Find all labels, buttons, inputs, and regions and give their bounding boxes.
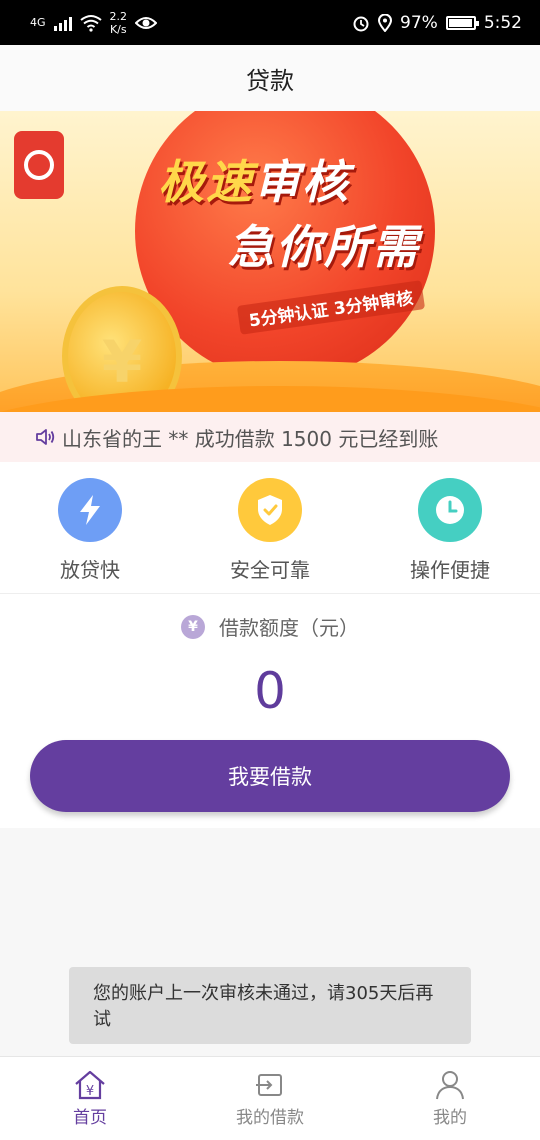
- signal-icon: [53, 15, 72, 31]
- notice-text: 山东省的王 ** 成功借款 1500 元已经到账: [62, 426, 439, 451]
- banner-headline-1b: 审核: [254, 155, 350, 209]
- yen-icon: ¥: [181, 614, 205, 639]
- clock-icon: [418, 478, 482, 542]
- nav-label: 我的借款: [236, 1108, 304, 1128]
- promo-banner[interactable]: ¥ 极速审核 急你所需 5分钟认证 3分钟审核: [0, 111, 540, 412]
- home-icon: ¥: [75, 1070, 105, 1100]
- nav-item-profile[interactable]: 我的: [360, 1057, 540, 1140]
- clock-time: 5:52: [483, 12, 522, 33]
- feature-label: 操作便捷: [410, 558, 490, 582]
- banner-headline-2: 急你所需: [228, 220, 420, 274]
- battery-percent: 97%: [400, 12, 438, 33]
- toast-message: 您的账户上一次审核未通过，请305天后再试: [69, 967, 471, 1044]
- nav-item-my-loans[interactable]: 我的借款: [180, 1057, 360, 1140]
- user-icon: [436, 1071, 464, 1100]
- feature-label: 安全可靠: [230, 558, 310, 582]
- borrow-button[interactable]: 我要借款: [30, 740, 510, 812]
- wifi-icon: [79, 14, 102, 32]
- page-title: 贷款: [246, 66, 294, 95]
- svg-text:¥: ¥: [86, 1084, 94, 1099]
- feature-list: 放贷快 安全可靠 操作便捷: [0, 462, 540, 594]
- amount-value: 0: [254, 662, 286, 720]
- nav-label: 首页: [73, 1108, 107, 1128]
- speaker-icon: [36, 429, 55, 445]
- loan-amount-section: ¥ 借款额度（元） 0 我要借款: [0, 594, 540, 828]
- banner-headline-1a: 极速: [158, 155, 254, 209]
- feature-secure: 安全可靠: [180, 462, 360, 593]
- network-speed-unit: K/s: [109, 22, 127, 36]
- amount-label-row: ¥ 借款额度（元）: [0, 612, 540, 641]
- feature-easy: 操作便捷: [360, 462, 540, 593]
- nav-label: 我的: [433, 1108, 467, 1128]
- lightning-icon: [58, 478, 122, 542]
- status-left: 4G 2.2 K/s: [30, 10, 158, 36]
- banner-headline-1: 极速审核: [158, 146, 350, 212]
- bottom-nav: ¥ 首页 我的借款 我的: [0, 1056, 540, 1140]
- nav-item-home[interactable]: ¥ 首页: [0, 1057, 180, 1140]
- status-right: 97% 5:52: [352, 13, 522, 33]
- loan-record-icon: [256, 1074, 282, 1096]
- network-speed: 2.2 K/s: [110, 10, 128, 36]
- network-type: 4G: [30, 16, 46, 29]
- status-bar: 4G 2.2 K/s 97% 5:52: [0, 0, 540, 45]
- shield-check-icon: [238, 478, 302, 542]
- feature-label: 放贷快: [60, 558, 120, 582]
- feature-fast: 放贷快: [0, 462, 180, 593]
- network-speed-value: 2.2: [109, 9, 128, 23]
- battery-icon: [445, 15, 479, 30]
- page-header: 贷款: [0, 45, 540, 111]
- alarm-icon: [353, 16, 369, 31]
- eye-icon: [135, 16, 158, 29]
- bank-logo-icon: [14, 131, 64, 199]
- amount-label: 借款额度（元）: [219, 616, 359, 640]
- location-icon: [378, 13, 393, 32]
- loan-notice-marquee: 山东省的王 ** 成功借款 1500 元已经到账: [0, 412, 540, 462]
